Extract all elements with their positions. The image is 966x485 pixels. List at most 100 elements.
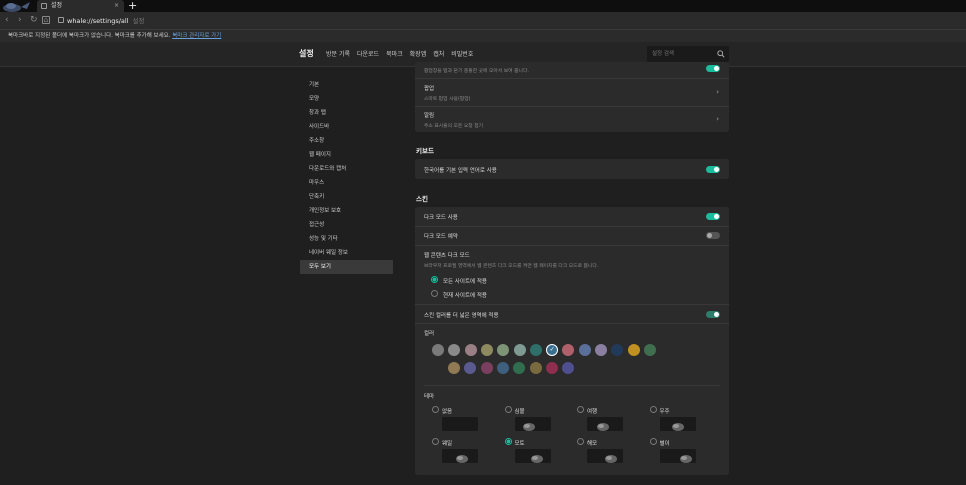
- color-swatch[interactable]: [464, 362, 477, 374]
- search-icon[interactable]: [717, 50, 725, 58]
- back-icon[interactable]: ‹: [5, 15, 9, 26]
- theme-label-7: 별이: [659, 441, 670, 447]
- theme-label-4: 웨일: [442, 441, 453, 447]
- color-swatch[interactable]: [464, 344, 477, 356]
- theme-preview-thumbnail[interactable]: [659, 449, 696, 463]
- color-swatch[interactable]: ✓: [546, 344, 559, 356]
- sidebar-item-accessibility[interactable]: 접근성: [300, 218, 393, 232]
- theme-radio[interactable]: [504, 438, 512, 445]
- theme-radio[interactable]: [504, 406, 512, 413]
- color-swatch[interactable]: [513, 362, 526, 374]
- nav-capture[interactable]: 캡처: [433, 49, 444, 58]
- theme-radio[interactable]: [432, 438, 439, 445]
- notification-row[interactable]: 알림 주소 표시줄의 모든 요청 접기: [424, 111, 720, 129]
- color-swatch[interactable]: [643, 344, 656, 356]
- chevron-right-icon[interactable]: ›: [716, 88, 719, 96]
- theme-preview-thumbnail[interactable]: [442, 417, 478, 431]
- settings-content: 팝업창을 탭과 닫기 충돌한 곳에 모아서 보여 줍니다. 팝업 스마트 팝업 …: [415, 62, 729, 485]
- color-swatch[interactable]: [480, 344, 493, 356]
- popup-sub: 스마트 팝업 사용(팝업): [424, 97, 471, 102]
- popup-title: 팝업: [424, 86, 435, 92]
- theme-preview-thumbnail[interactable]: [587, 449, 623, 463]
- sidebar-item-windows-tabs[interactable]: 창과 탭: [300, 106, 393, 120]
- color-swatch[interactable]: [496, 362, 509, 374]
- address-bar[interactable]: whale://settings/all 설정: [55, 14, 960, 27]
- nav-extensions[interactable]: 확장앱: [410, 49, 427, 58]
- nav-downloads[interactable]: 다운로드: [357, 49, 379, 58]
- theme-radio[interactable]: [649, 406, 657, 413]
- color-swatch[interactable]: [480, 362, 493, 374]
- tab-title: 설정: [51, 2, 63, 9]
- theme-label-5: 모토: [514, 441, 525, 447]
- forward-icon[interactable]: ›: [18, 15, 22, 26]
- color-swatch[interactable]: [448, 362, 460, 374]
- keyboard-card: 한국어를 기본 입력 언어로 사용: [415, 159, 729, 179]
- tab-close-icon[interactable]: ×: [114, 0, 119, 12]
- sidebar-item-about[interactable]: 네이버 웨일 정보: [300, 246, 393, 260]
- bookmark-bar: 북마크바로 지정된 폴더에 북마크가 없습니다. 북마크를 추가해 보세요. 북…: [0, 29, 966, 42]
- sidebar-item-privacy[interactable]: 개인정보 보호: [300, 204, 393, 218]
- sidebar-item-shortcuts[interactable]: 단축키: [300, 190, 393, 204]
- color-swatch[interactable]: [448, 344, 461, 356]
- dark-reserve-toggle[interactable]: [706, 232, 720, 239]
- web-content-dark-title: 웹 콘텐츠 다크 모드: [424, 253, 470, 259]
- popup-row[interactable]: 팝업 스마트 팝업 사용(팝업): [424, 84, 720, 102]
- tab-strip: 설정 × +: [0, 0, 966, 12]
- home-icon[interactable]: ⌂: [42, 16, 50, 24]
- color-swatch[interactable]: [545, 362, 558, 374]
- theme-preview-thumbnail[interactable]: [514, 417, 551, 431]
- reload-icon[interactable]: ↻: [30, 15, 38, 26]
- color-swatch[interactable]: [529, 344, 542, 356]
- theme-preview-thumbnail[interactable]: [587, 417, 623, 431]
- theme-label: 테마: [424, 394, 435, 400]
- search-input[interactable]: 설정 검색: [652, 51, 674, 57]
- color-swatch[interactable]: [562, 362, 575, 374]
- color-swatch[interactable]: [578, 344, 591, 356]
- sidebar-item-performance[interactable]: 성능 및 기타: [300, 232, 393, 246]
- color-swatch[interactable]: [513, 344, 526, 356]
- theme-preview-thumbnail[interactable]: [442, 449, 478, 463]
- color-swatch[interactable]: [562, 344, 575, 356]
- color-swatch[interactable]: [627, 344, 640, 356]
- radio-all-sites[interactable]: [431, 276, 438, 283]
- sidebar-item-downloads-capture[interactable]: 다운로드와 캡처: [300, 162, 393, 176]
- color-swatch[interactable]: [595, 344, 607, 356]
- korean-input-toggle[interactable]: [706, 166, 720, 173]
- wide-skin-toggle[interactable]: [706, 311, 720, 318]
- color-swatch[interactable]: [529, 362, 542, 374]
- sidebar-item-web-page[interactable]: 웹 페이지: [300, 148, 393, 162]
- theme-preview-thumbnail[interactable]: [514, 449, 551, 463]
- sidebar-item-appearance[interactable]: 모양: [300, 92, 393, 106]
- skin-section-title: 스킨: [416, 195, 428, 203]
- color-label: 컬러: [424, 331, 435, 337]
- nav-passwords[interactable]: 비밀번호: [451, 49, 473, 58]
- popup-tab-toggle[interactable]: [706, 65, 720, 72]
- tab-settings[interactable]: 설정 ×: [37, 0, 124, 12]
- nav-history[interactable]: 방문 기록: [326, 49, 350, 58]
- color-swatch[interactable]: [497, 344, 510, 356]
- chevron-right-icon[interactable]: ›: [716, 115, 719, 123]
- theme-preview-thumbnail[interactable]: [659, 417, 696, 431]
- bookmark-manager-link[interactable]: 북마크 관리자로 가기: [172, 33, 221, 39]
- theme-radio[interactable]: [577, 406, 584, 413]
- settings-main: 기본 모양 창과 탭 사이드바 주소창 웹 페이지 다운로드와 캡처 마우스 단…: [0, 62, 966, 485]
- theme-label-6: 해모: [587, 441, 598, 447]
- sidebar-item-show-all[interactable]: 모두 보기: [300, 260, 393, 274]
- sidebar-item-sidebar[interactable]: 사이드바: [300, 120, 393, 134]
- theme-radio[interactable]: [649, 438, 657, 445]
- page-icon: [58, 17, 64, 23]
- settings-search[interactable]: 설정 검색: [647, 46, 729, 62]
- color-swatch[interactable]: [432, 344, 444, 356]
- wide-skin-label: 스킨 컬러를 더 넓은 영역에 적용: [424, 313, 499, 319]
- sidebar-item-mouse[interactable]: 마우스: [300, 176, 393, 190]
- theme-radio[interactable]: [432, 406, 439, 413]
- radio-current-site[interactable]: [431, 290, 438, 297]
- nav-bookmarks[interactable]: 북마크: [386, 49, 403, 58]
- sidebar-item-address-bar[interactable]: 주소창: [300, 134, 393, 148]
- skin-card: 다크 모드 사용 다크 모드 예약 웹 콘텐츠 다크 모드 브라우저 프로필 영…: [415, 207, 729, 475]
- dark-mode-toggle[interactable]: [706, 213, 720, 220]
- theme-radio[interactable]: [577, 438, 584, 445]
- sidebar-item-basic[interactable]: 기본: [300, 78, 393, 92]
- new-tab-button[interactable]: +: [128, 0, 137, 12]
- color-swatch[interactable]: [611, 344, 624, 356]
